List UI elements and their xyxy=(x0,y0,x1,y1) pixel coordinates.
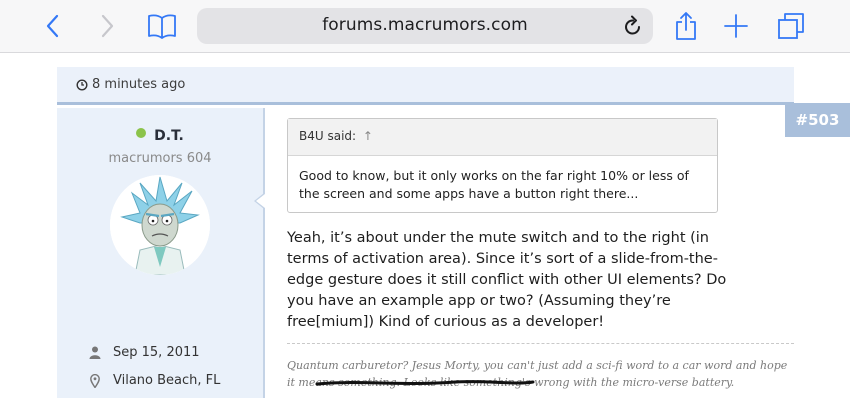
tabs-button[interactable] xyxy=(774,8,808,44)
reload-icon xyxy=(625,15,640,35)
back-icon xyxy=(46,14,59,38)
location-row: Vilano Beach, FL xyxy=(85,373,220,388)
share-button[interactable] xyxy=(669,8,703,44)
location-pin-icon xyxy=(85,373,105,388)
signature-divider xyxy=(287,343,794,344)
clock-icon xyxy=(76,78,88,91)
quote-text: Good to know, but it only works on the f… xyxy=(299,168,689,201)
back-button[interactable] xyxy=(35,8,69,44)
online-indicator xyxy=(136,128,147,138)
reload-button[interactable] xyxy=(623,15,643,41)
post-time-label[interactable]: 8 minutes ago xyxy=(92,77,185,92)
message-pointer-inner xyxy=(256,194,265,208)
forward-icon xyxy=(101,14,114,38)
quote-block: B4U said: ↑ Good to know, but it only wo… xyxy=(287,118,718,213)
page-content: 8 minutes ago #503 D.T. macrumors 604 Se… xyxy=(0,53,850,398)
bookmarks-button[interactable] xyxy=(145,8,179,44)
avatar-image xyxy=(110,175,210,275)
user-sidebar: D.T. macrumors 604 Sep 15, 2011 Vilano B… xyxy=(57,108,265,398)
user-icon xyxy=(85,346,105,359)
share-icon xyxy=(676,12,696,40)
post-time[interactable]: 8 minutes ago xyxy=(76,77,185,92)
user-title: macrumors 604 xyxy=(108,151,212,166)
tabs-icon xyxy=(778,13,804,39)
bookmarks-icon xyxy=(148,14,176,39)
address-bar[interactable]: forums.macrumors.com xyxy=(197,8,653,44)
post-number[interactable]: #503 xyxy=(785,103,850,137)
username-row: D.T. xyxy=(57,128,263,144)
quote-arrow-icon[interactable]: ↑ xyxy=(363,129,373,143)
post-header: 8 minutes ago xyxy=(57,67,794,105)
browser-toolbar: forums.macrumors.com xyxy=(0,0,850,53)
url-text[interactable]: forums.macrumors.com xyxy=(197,15,653,35)
new-tab-button[interactable] xyxy=(719,8,753,44)
avatar[interactable] xyxy=(110,175,210,275)
joined-row: Sep 15, 2011 xyxy=(85,345,200,360)
quote-author[interactable]: B4U said: xyxy=(299,129,356,143)
scribble-mark xyxy=(315,380,535,386)
new-tab-icon xyxy=(724,14,748,38)
message-body: Yeah, it’s about under the mute switch a… xyxy=(287,230,727,330)
joined-date: Sep 15, 2011 xyxy=(113,345,200,360)
location[interactable]: Vilano Beach, FL xyxy=(113,373,220,388)
username[interactable]: D.T. xyxy=(154,128,184,144)
forward-button[interactable] xyxy=(91,8,125,44)
quote-header[interactable]: B4U said: ↑ xyxy=(288,119,717,156)
